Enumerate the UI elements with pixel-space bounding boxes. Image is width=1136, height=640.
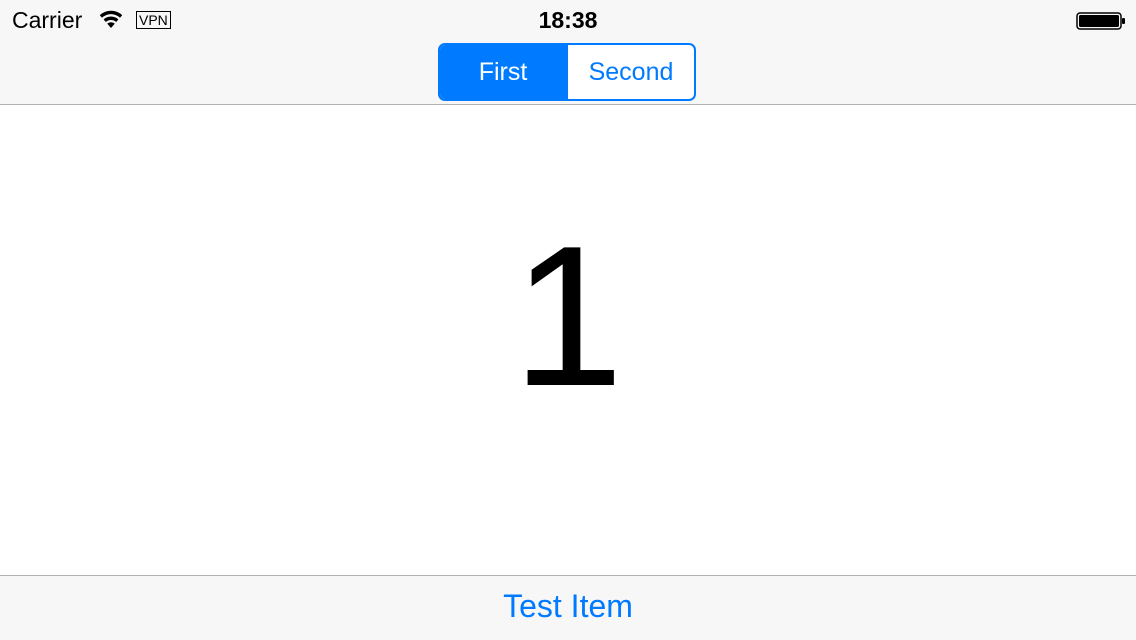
app-screen: Carrier VPN 18:38 First Second 1 Test It… bbox=[0, 0, 1136, 640]
segmented-control: First Second bbox=[438, 43, 696, 101]
bottom-toolbar: Test Item bbox=[0, 575, 1136, 640]
test-item-button[interactable]: Test Item bbox=[0, 588, 1136, 625]
main-content: 1 bbox=[0, 105, 1136, 575]
status-time: 18:38 bbox=[538, 7, 598, 33]
selected-value-label: 1 bbox=[512, 205, 624, 428]
navigation-bar: Carrier VPN 18:38 First Second bbox=[0, 0, 1136, 105]
segment-second[interactable]: Second bbox=[566, 45, 694, 99]
status-bar: Carrier VPN 18:38 bbox=[0, 0, 1136, 40]
battery-icon bbox=[1076, 12, 1125, 30]
segment-first[interactable]: First bbox=[440, 45, 566, 99]
